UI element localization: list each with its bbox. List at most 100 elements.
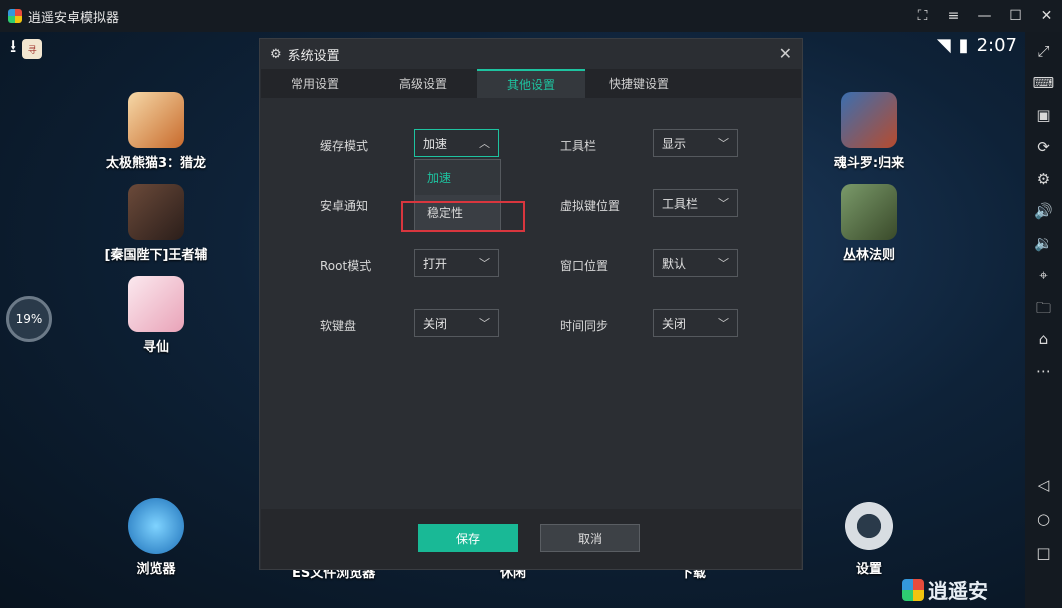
app-label: 寻仙 bbox=[142, 340, 169, 355]
king-helper-icon bbox=[128, 184, 184, 240]
mouse-icon[interactable]: ⌂ bbox=[1025, 330, 1062, 348]
window-pos-value: 默认 bbox=[662, 256, 687, 271]
title-bar: 逍遥安卓模拟器 ⛶ ≡ — ☐ ✕ bbox=[0, 0, 1062, 32]
app-contra[interactable]: 魂斗罗:归来 bbox=[809, 92, 929, 171]
tab-general[interactable]: 常用设置 bbox=[261, 69, 369, 98]
contra-icon bbox=[841, 92, 897, 148]
chevron-up-icon: ︿ bbox=[479, 137, 490, 150]
toolbar-value: 显示 bbox=[662, 136, 687, 151]
time-sync-value: 关闭 bbox=[662, 316, 687, 331]
xunxian-icon bbox=[128, 276, 184, 332]
brand-logo-icon bbox=[902, 578, 924, 601]
app-label: 太极熊猫3：猎龙 bbox=[105, 156, 207, 171]
progress-ring[interactable]: 19% bbox=[6, 296, 52, 342]
app-label: 魂斗罗:归来 bbox=[833, 156, 905, 171]
folder-icon[interactable]: 🗀 bbox=[1025, 298, 1062, 323]
wifi-icon: ◥ bbox=[936, 35, 951, 56]
dialog-title: 系统设置 bbox=[287, 48, 340, 64]
app-xunxian[interactable]: 寻仙 bbox=[96, 276, 216, 355]
home-icon[interactable]: ○ bbox=[1025, 510, 1062, 528]
system-settings-dialog: ⚙ 系统设置 ✕ 常用设置 高级设置 其他设置 快捷键设置 缓存模式 加速 ︿ … bbox=[259, 38, 803, 570]
tab-advanced[interactable]: 高级设置 bbox=[369, 69, 477, 98]
chevron-down-icon: ﹀ bbox=[718, 317, 729, 330]
maximize-icon[interactable]: ☐ bbox=[1000, 0, 1031, 32]
keyboard-icon[interactable]: ⌨ bbox=[1025, 74, 1062, 92]
download-icon[interactable]: ⭳ bbox=[10, 34, 16, 64]
dialog-close-icon[interactable]: ✕ bbox=[779, 44, 792, 63]
cache-mode-select[interactable]: 加速 ︿ bbox=[414, 129, 499, 157]
root-mode-value: 打开 bbox=[423, 256, 448, 271]
screenshot-icon[interactable]: ⛶ bbox=[907, 0, 938, 32]
progress-text: 19% bbox=[15, 312, 43, 326]
window-title: 逍遥安卓模拟器 bbox=[28, 10, 120, 26]
settings-tabs: 常用设置 高级设置 其他设置 快捷键设置 bbox=[261, 69, 801, 98]
fullscreen-icon[interactable]: ⤢ bbox=[1025, 42, 1062, 60]
cache-mode-label: 缓存模式 bbox=[320, 139, 369, 153]
back-icon[interactable]: ◁ bbox=[1025, 476, 1062, 494]
root-mode-select[interactable]: 打开 ﹀ bbox=[414, 249, 499, 277]
app-label: 浏览器 bbox=[136, 562, 176, 577]
app-logo-icon bbox=[8, 9, 22, 23]
virtual-key-pos-label: 虚拟键位置 bbox=[560, 199, 621, 213]
window-pos-label: 窗口位置 bbox=[560, 259, 609, 273]
app-browser[interactable]: 浏览器 bbox=[96, 498, 216, 577]
close-icon[interactable]: ✕ bbox=[1031, 0, 1062, 32]
volume-down-icon[interactable]: 🔉 bbox=[1025, 234, 1062, 252]
app-taiji-panda[interactable]: 太极熊猫3：猎龙 bbox=[96, 92, 216, 171]
app-label: 丛林法则 bbox=[842, 248, 895, 263]
window-controls: ⛶ ≡ — ☐ ✕ bbox=[907, 0, 1062, 32]
soft-keyboard-label: 软键盘 bbox=[320, 319, 357, 333]
virtual-key-pos-select[interactable]: 工具栏 ﹀ bbox=[653, 189, 738, 217]
chevron-down-icon: ﹀ bbox=[479, 317, 490, 330]
gear-icon: ⚙ bbox=[270, 46, 282, 62]
settings-icon[interactable]: ⚙ bbox=[1025, 170, 1062, 188]
location-icon[interactable]: ⌖ bbox=[1025, 266, 1062, 284]
taiji-panda-icon bbox=[128, 92, 184, 148]
toolbar-label: 工具栏 bbox=[560, 139, 597, 153]
volume-up-icon[interactable]: 🔊 bbox=[1025, 202, 1062, 220]
brand-watermark: 逍遥安 bbox=[902, 575, 988, 604]
dropdown-option-accelerate[interactable]: 加速 bbox=[415, 160, 500, 195]
app-label: [秦国陛下]王者辅 bbox=[104, 248, 208, 263]
dialog-footer: 保存 取消 bbox=[261, 509, 801, 569]
battery-icon: ▮ bbox=[958, 35, 969, 56]
notification-app-icon[interactable]: 寻 bbox=[22, 39, 43, 59]
virtual-key-pos-value: 工具栏 bbox=[662, 196, 699, 211]
more-icon[interactable]: ⋯ bbox=[1025, 362, 1062, 380]
root-mode-label: Root模式 bbox=[320, 259, 372, 273]
menu-icon[interactable]: ≡ bbox=[938, 0, 969, 32]
status-bar-right: ◥ ▮ 2:07 bbox=[937, 35, 1017, 56]
chevron-down-icon: ﹀ bbox=[479, 257, 490, 270]
brand-text: 逍遥安 bbox=[928, 579, 988, 603]
time-sync-label: 时间同步 bbox=[560, 319, 609, 333]
cancel-button[interactable]: 取消 bbox=[540, 524, 640, 552]
apk-icon[interactable]: ▣ bbox=[1025, 106, 1062, 124]
dialog-header: ⚙ 系统设置 bbox=[260, 39, 802, 69]
clock: 2:07 bbox=[976, 35, 1017, 56]
chevron-down-icon: ﹀ bbox=[718, 137, 729, 150]
recents-icon[interactable]: □ bbox=[1025, 544, 1062, 562]
soft-keyboard-value: 关闭 bbox=[423, 316, 448, 331]
tab-other[interactable]: 其他设置 bbox=[477, 69, 585, 98]
window-pos-select[interactable]: 默认 ﹀ bbox=[653, 249, 738, 277]
cache-mode-value: 加速 bbox=[423, 136, 448, 151]
tab-shortcuts[interactable]: 快捷键设置 bbox=[585, 69, 693, 98]
jungle-law-icon bbox=[841, 184, 897, 240]
app-jungle-law[interactable]: 丛林法则 bbox=[809, 184, 929, 263]
emulator-sidebar: ⤢ ⌨ ▣ ⟳ ⚙ 🔊 🔉 ⌖ 🗀 ⌂ ⋯ ◁ ○ □ bbox=[1025, 32, 1062, 608]
save-button[interactable]: 保存 bbox=[418, 524, 518, 552]
minimize-icon[interactable]: — bbox=[969, 0, 1000, 32]
settings-gear-icon bbox=[841, 498, 897, 554]
chevron-down-icon: ﹀ bbox=[718, 257, 729, 270]
toolbar-select[interactable]: 显示 ﹀ bbox=[653, 129, 738, 157]
rotate-icon[interactable]: ⟳ bbox=[1025, 138, 1062, 156]
annotation-highlight-box bbox=[401, 201, 525, 232]
soft-keyboard-select[interactable]: 关闭 ﹀ bbox=[414, 309, 499, 337]
app-settings[interactable]: 设置 bbox=[809, 498, 929, 577]
chevron-down-icon: ﹀ bbox=[718, 197, 729, 210]
browser-icon bbox=[128, 498, 184, 554]
app-king-helper[interactable]: [秦国陛下]王者辅 bbox=[96, 184, 216, 263]
time-sync-select[interactable]: 关闭 ﹀ bbox=[653, 309, 738, 337]
android-notify-label: 安卓通知 bbox=[320, 199, 369, 213]
status-bar-left: ⭳ 寻 bbox=[10, 34, 43, 64]
